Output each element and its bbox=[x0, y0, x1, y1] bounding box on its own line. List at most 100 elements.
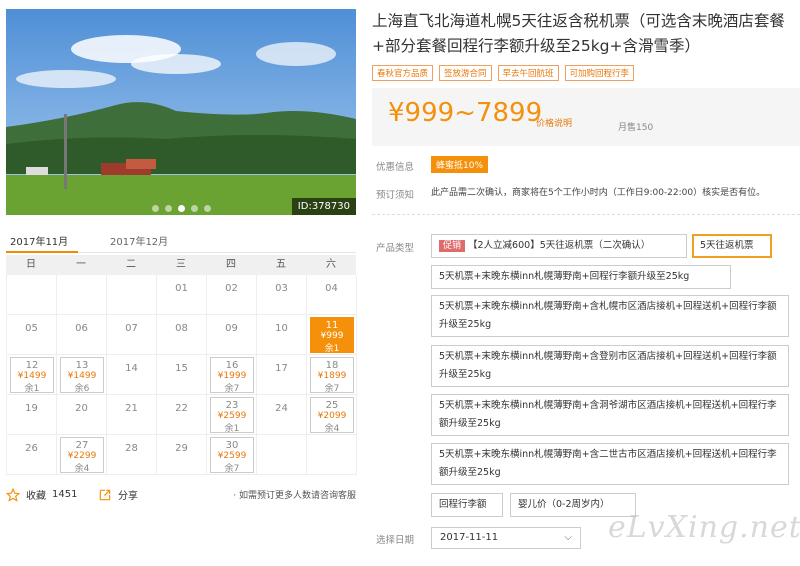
favorite-label: 收藏 bbox=[26, 491, 46, 502]
option-toya-transfer[interactable]: 5天机票+末晚东横inn札幌薄野南+含洞爷湖市区酒店接机+回程送机+回程行李额升… bbox=[431, 394, 789, 436]
day-number: 28 bbox=[125, 443, 138, 454]
product-type-label: 产品类型 bbox=[376, 243, 415, 254]
share-icon bbox=[99, 489, 111, 500]
feature-tag: 可加购回程行李 bbox=[564, 65, 635, 81]
share-button[interactable]: 分享 bbox=[98, 487, 138, 502]
day-price: ¥2599 bbox=[217, 411, 247, 421]
calendar-day: 19 bbox=[7, 395, 57, 435]
day-stock: 余4 bbox=[324, 424, 340, 434]
day-price-box[interactable]: 11 ¥999 余1 bbox=[310, 317, 354, 354]
calendar-day: 09 bbox=[207, 315, 257, 355]
calendar-day: 28 bbox=[107, 435, 157, 475]
favorite-button[interactable]: 收藏 1451 bbox=[6, 487, 77, 502]
favorite-count: 1451 bbox=[52, 489, 78, 500]
share-label: 分享 bbox=[118, 491, 138, 502]
day-price-box[interactable]: 23 ¥2599 余1 bbox=[210, 397, 254, 434]
day-number: 07 bbox=[125, 323, 138, 334]
star-icon bbox=[6, 487, 20, 502]
day-price: ¥2299 bbox=[67, 451, 97, 461]
carousel-dot[interactable] bbox=[191, 205, 198, 212]
day-price: ¥1499 bbox=[17, 371, 47, 381]
option-promo-ticket[interactable]: 促销 【2人立减600】5天往返机票（二次确认） bbox=[431, 234, 687, 258]
product-title: 上海直飞北海道札幌5天往返含税机票（可选含末晚酒店套餐+部分套餐回程行李额升级至… bbox=[372, 12, 785, 55]
monthly-sales: 月售150 bbox=[618, 123, 654, 133]
promo-badge: 促销 bbox=[439, 240, 466, 252]
day-number: 23 bbox=[225, 400, 239, 411]
day-number: 15 bbox=[175, 363, 188, 374]
carousel-dot[interactable] bbox=[152, 205, 159, 212]
month-tabs: 2017年11月 2017年12月 bbox=[6, 229, 356, 253]
date-select[interactable]: 2017-11-11 ⌵ bbox=[431, 527, 581, 549]
option-sapporo-transfer[interactable]: 5天机票+末晚东横inn札幌薄野南+含札幌市区酒店接机+回程送机+回程行李额升级… bbox=[431, 295, 789, 337]
day-number: 26 bbox=[25, 443, 38, 454]
day-price-box[interactable]: 30 ¥2599 余7 bbox=[210, 437, 254, 474]
day-stock: 余1 bbox=[24, 384, 40, 394]
day-number: 18 bbox=[325, 360, 339, 371]
calendar-day: 29 bbox=[157, 435, 207, 475]
calendar-day-available[interactable]: 11 ¥999 余1 bbox=[307, 315, 357, 355]
day-number: 12 bbox=[25, 360, 39, 371]
day-number: 24 bbox=[275, 403, 288, 414]
divider bbox=[372, 214, 800, 215]
option-niseko-transfer[interactable]: 5天机票+末晚东横inn札幌薄野南+含二世古市区酒店接机+回程送机+回程行李额升… bbox=[431, 443, 789, 485]
calendar-day-available[interactable]: 27 ¥2299 余4 bbox=[57, 435, 107, 475]
carousel-dot[interactable] bbox=[204, 205, 211, 212]
weekday-label: 六 bbox=[326, 259, 336, 270]
calendar-day-available[interactable]: 30 ¥2599 余7 bbox=[207, 435, 257, 475]
share-bar: 收藏 1451 分享 · 如需预订更多人数请咨询客服 bbox=[6, 486, 356, 502]
day-number: 03 bbox=[275, 283, 288, 294]
day-number: 27 bbox=[75, 440, 89, 451]
option-noboribetsu-transfer[interactable]: 5天机票+末晚东横inn札幌薄野南+含登别市区酒店接机+回程送机+回程行李额升级… bbox=[431, 345, 789, 387]
option-roundtrip-ticket[interactable]: 5天往返机票 bbox=[692, 234, 772, 258]
day-price-box[interactable]: 18 ¥1899 余7 bbox=[310, 357, 354, 394]
day-price-box[interactable]: 27 ¥2299 余4 bbox=[60, 437, 104, 474]
option-return-luggage[interactable]: 回程行李额 bbox=[431, 493, 503, 517]
calendar-day: 17 bbox=[257, 355, 307, 395]
calendar-day-available[interactable]: 13 ¥1499 余6 bbox=[57, 355, 107, 395]
carousel-dot[interactable] bbox=[165, 205, 172, 212]
calendar-day-available[interactable]: 18 ¥1899 余7 bbox=[307, 355, 357, 395]
calendar-day: 08 bbox=[157, 315, 207, 355]
weekday-header: 日一二三四五六 bbox=[6, 255, 356, 275]
calendar-day: 15 bbox=[157, 355, 207, 395]
calendar-day-available[interactable]: 23 ¥2599 余1 bbox=[207, 395, 257, 435]
day-price: ¥999 bbox=[320, 331, 344, 341]
day-number: 25 bbox=[325, 400, 339, 411]
carousel-dot-active[interactable] bbox=[178, 205, 185, 212]
calendar-day bbox=[307, 435, 357, 475]
calendar-day: 07 bbox=[107, 315, 157, 355]
coupon-label: 优惠信息 bbox=[376, 162, 415, 173]
day-stock: 余4 bbox=[74, 464, 90, 474]
day-price-box[interactable]: 12 ¥1499 余1 bbox=[10, 357, 54, 394]
price-explain-link[interactable]: 价格说明 bbox=[536, 116, 572, 129]
calendar-day: 02 bbox=[207, 275, 257, 315]
notice-label: 预订须知 bbox=[376, 190, 415, 201]
option-hotel-package[interactable]: 5天机票+末晚东横inn札幌薄野南+回程行李额升级至25kg bbox=[431, 265, 731, 289]
calendar-day-available[interactable]: 12 ¥1499 余1 bbox=[7, 355, 57, 395]
calendar-day: 10 bbox=[257, 315, 307, 355]
date-value: 2017-11-11 bbox=[440, 532, 499, 543]
day-number: 09 bbox=[225, 323, 238, 334]
weekday-label: 三 bbox=[176, 259, 186, 270]
calendar-day-available[interactable]: 16 ¥1999 余7 bbox=[207, 355, 257, 395]
day-number: 04 bbox=[325, 283, 338, 294]
day-price-box[interactable]: 25 ¥2099 余4 bbox=[310, 397, 354, 434]
day-stock: 余6 bbox=[74, 384, 90, 394]
day-number: 29 bbox=[175, 443, 188, 454]
calendar-day: 05 bbox=[7, 315, 57, 355]
day-stock: 余7 bbox=[324, 384, 340, 394]
day-number: 22 bbox=[175, 403, 188, 414]
day-price-box[interactable]: 16 ¥1999 余7 bbox=[210, 357, 254, 394]
landscape-image bbox=[6, 9, 356, 215]
tab-month-dec[interactable]: 2017年12月 bbox=[110, 233, 168, 248]
day-price: ¥1999 bbox=[217, 371, 247, 381]
day-number: 14 bbox=[125, 363, 138, 374]
tab-month-nov[interactable]: 2017年11月 bbox=[10, 233, 68, 248]
calendar-day-available[interactable]: 25 ¥2099 余4 bbox=[307, 395, 357, 435]
product-photo[interactable]: ID:378730 bbox=[6, 9, 356, 215]
chevron-down-icon: ⌵ bbox=[564, 532, 572, 543]
day-price-box[interactable]: 13 ¥1499 余6 bbox=[60, 357, 104, 394]
day-stock: 余7 bbox=[224, 464, 240, 474]
option-label: 【2人立减600】5天往返机票（二次确认） bbox=[468, 240, 651, 251]
calendar-day: 22 bbox=[157, 395, 207, 435]
